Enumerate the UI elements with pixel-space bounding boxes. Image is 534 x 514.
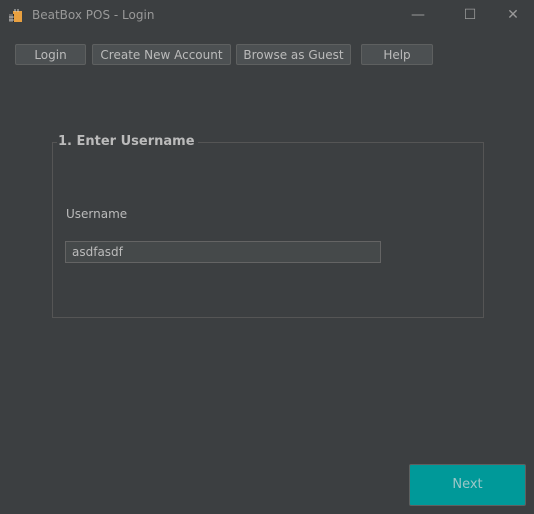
panel-title: 1. Enter Username bbox=[57, 134, 198, 149]
minimize-button[interactable]: — bbox=[403, 5, 433, 25]
close-button[interactable]: ✕ bbox=[498, 5, 528, 25]
help-button[interactable]: Help bbox=[361, 44, 433, 65]
username-label: Username bbox=[66, 207, 128, 221]
maximize-button[interactable]: ☐ bbox=[455, 5, 485, 25]
next-button[interactable]: Next bbox=[409, 464, 526, 506]
username-input[interactable] bbox=[65, 241, 381, 263]
browse-guest-button[interactable]: Browse as Guest bbox=[236, 44, 351, 65]
title-bar: BeatBox POS - Login — ☐ ✕ bbox=[0, 0, 534, 30]
login-tab-button[interactable]: Login bbox=[15, 44, 86, 65]
window-title: BeatBox POS - Login bbox=[32, 8, 155, 22]
create-account-button[interactable]: Create New Account bbox=[92, 44, 231, 65]
username-panel bbox=[52, 142, 484, 318]
app-icon bbox=[9, 9, 22, 22]
